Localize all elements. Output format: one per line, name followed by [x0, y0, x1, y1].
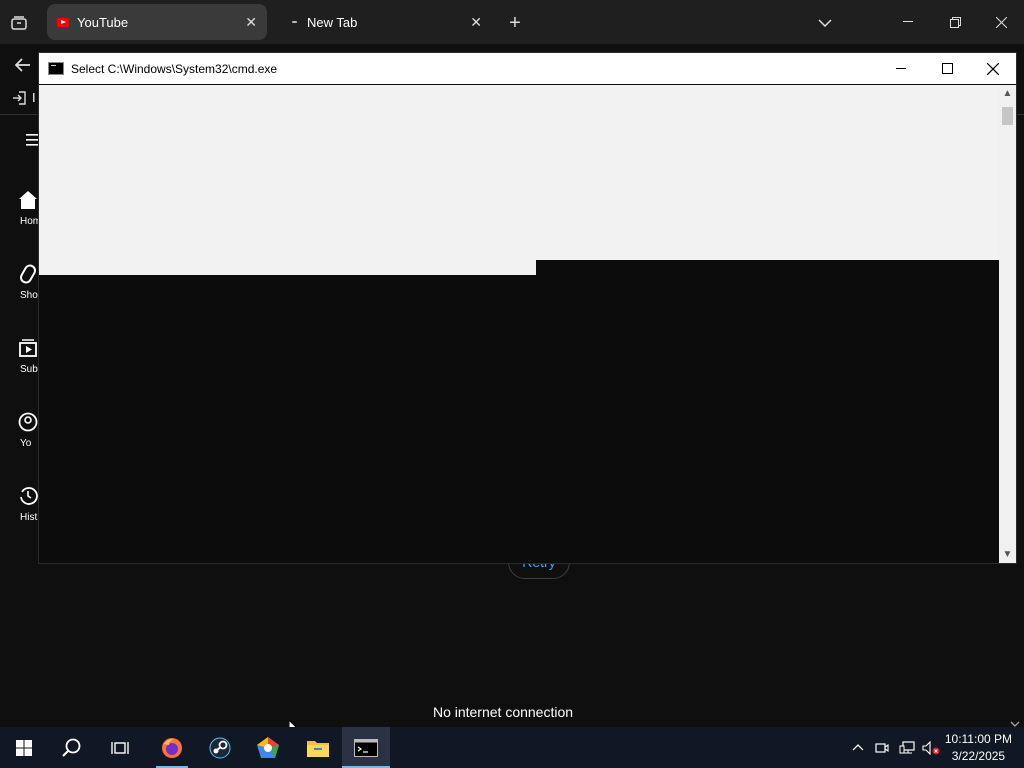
- home-icon: [19, 191, 37, 209]
- scroll-thumb[interactable]: [1002, 107, 1013, 125]
- tab-overview-icon[interactable]: [8, 12, 30, 34]
- camera-tray-icon[interactable]: [872, 727, 892, 768]
- taskbar-command-prompt[interactable]: [342, 727, 390, 768]
- close-tab-icon[interactable]: ✕: [245, 14, 257, 31]
- cmd-close-icon[interactable]: [970, 53, 1016, 84]
- tab-title: YouTube: [77, 14, 129, 30]
- cmd-app-icon: [48, 62, 64, 75]
- firefox-icon: [162, 737, 182, 758]
- clock-date: 3/22/2025: [951, 749, 1006, 763]
- show-hidden-icons-chevron-icon[interactable]: [848, 727, 868, 768]
- scroll-down-arrow-icon[interactable]: ▼: [999, 546, 1016, 563]
- folder-icon: [307, 740, 329, 757]
- tab-title: New Tab: [307, 14, 358, 30]
- browser-tab-bar: YouTube ✕ New Tab ✕ +: [0, 0, 1024, 44]
- taskbar-file-explorer[interactable]: [294, 727, 342, 768]
- youtube-favicon-icon: [57, 17, 69, 27]
- tab-new-tab[interactable]: New Tab ✕: [278, 4, 492, 40]
- taskbar-clock[interactable]: 10:11:00 PM 3/22/2025: [945, 731, 1012, 765]
- cmd-text-selection[interactable]: [39, 85, 536, 275]
- sign-in-icon: [13, 90, 26, 105]
- sign-in-button[interactable]: I: [12, 90, 36, 105]
- sidebar-item-you[interactable]: Yo: [0, 412, 40, 449]
- clock-time: 10:11:00 PM: [944, 732, 1012, 746]
- you-icon: [18, 412, 38, 432]
- sidebar-item-subscriptions[interactable]: Subscri: [0, 338, 53, 375]
- shorts-icon: [20, 264, 36, 284]
- start-button[interactable]: [0, 727, 48, 768]
- sidebar-item-shorts[interactable]: Sho: [0, 264, 40, 301]
- steam-icon: [209, 737, 231, 758]
- cmd-window[interactable]: Select C:\Windows\System32\cmd.exe ▲ ▼: [38, 52, 1017, 564]
- pentagon-app-icon: [257, 736, 279, 758]
- network-tray-icon[interactable]: [896, 727, 918, 768]
- close-tab-icon[interactable]: ✕: [470, 14, 482, 31]
- sidebar-item-history[interactable]: Hist: [0, 486, 40, 523]
- task-view-icon: [111, 741, 129, 754]
- taskbar-pentagon-app[interactable]: [244, 727, 292, 768]
- back-arrow-icon[interactable]: [12, 54, 34, 76]
- command-prompt-icon: [354, 738, 378, 757]
- no-internet-message: No internet connection: [432, 704, 574, 720]
- tab-youtube[interactable]: YouTube ✕: [47, 4, 267, 40]
- windows-logo-icon: [16, 739, 32, 756]
- cmd-maximize-icon[interactable]: [924, 53, 970, 84]
- search-icon: [62, 738, 81, 757]
- cmd-window-title: Select C:\Windows\System32\cmd.exe: [71, 61, 278, 76]
- sidebar-item-home[interactable]: Hom: [0, 190, 41, 227]
- scroll-up-arrow-icon[interactable]: ▲: [999, 85, 1016, 102]
- windows-taskbar: [0, 727, 1024, 768]
- cmd-vertical-scrollbar[interactable]: ▲ ▼: [999, 85, 1016, 563]
- tab-list-chevron-icon[interactable]: [814, 12, 836, 34]
- browser-minimize-icon[interactable]: [896, 10, 920, 34]
- browser-restore-icon[interactable]: [943, 10, 967, 34]
- cmd-text-selection[interactable]: [536, 85, 999, 260]
- sign-in-label: I: [32, 90, 36, 105]
- browser-close-icon[interactable]: [989, 10, 1013, 34]
- subscriptions-icon: [19, 339, 37, 357]
- history-icon: [20, 487, 38, 505]
- cmd-minimize-icon[interactable]: [878, 53, 924, 84]
- volume-muted-tray-icon[interactable]: [920, 727, 942, 768]
- taskbar-steam[interactable]: [196, 727, 244, 768]
- taskbar-search-button[interactable]: [48, 727, 96, 768]
- new-tab-favicon-icon: [292, 21, 297, 23]
- taskbar-firefox[interactable]: [148, 727, 196, 768]
- task-view-button[interactable]: [96, 727, 144, 768]
- cmd-title-bar[interactable]: Select C:\Windows\System32\cmd.exe: [39, 53, 1016, 84]
- new-tab-plus-icon[interactable]: +: [504, 12, 526, 34]
